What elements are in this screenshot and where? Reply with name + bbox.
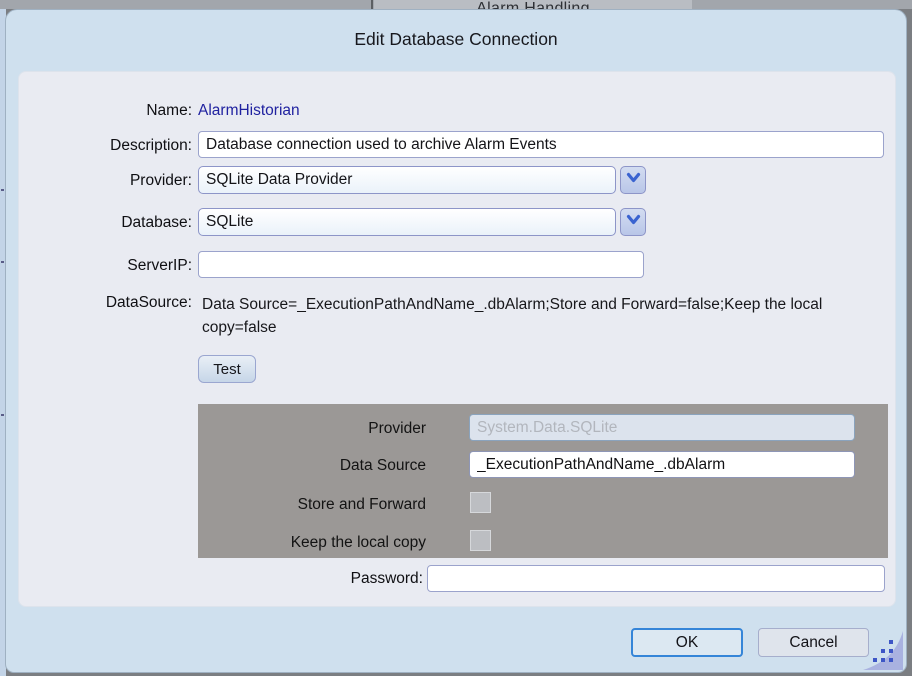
database-label: Database: xyxy=(19,214,192,232)
background-tab-alarm-handling: Alarm Handling xyxy=(374,0,692,9)
description-input[interactable] xyxy=(198,131,884,158)
database-combobox-value: SQLite xyxy=(206,213,253,230)
panel-datasource-label: Data Source xyxy=(198,457,426,475)
serverip-input[interactable] xyxy=(198,251,644,278)
resize-grip[interactable] xyxy=(863,631,903,670)
password-label: Password: xyxy=(219,570,423,588)
name-value: AlarmHistorian xyxy=(198,102,300,120)
password-input[interactable] xyxy=(427,565,885,592)
resize-grip-dots-icon xyxy=(863,657,903,673)
store-and-forward-checkbox[interactable] xyxy=(470,492,491,513)
store-and-forward-label: Store and Forward xyxy=(198,496,426,514)
background-fragment xyxy=(1,414,4,416)
description-label: Description: xyxy=(19,137,192,155)
provider-combobox[interactable]: SQLite Data Provider xyxy=(198,166,616,194)
datasource-label: DataSource: xyxy=(19,294,192,312)
provider-settings-panel: Provider Data Source Store and Forward K… xyxy=(198,404,888,558)
cancel-button[interactable]: Cancel xyxy=(758,628,869,657)
background-app-strip: Alarm Handling xyxy=(0,0,912,9)
panel-datasource-input[interactable] xyxy=(469,451,855,478)
database-combobox[interactable]: SQLite xyxy=(198,208,616,236)
background-fragment xyxy=(1,189,4,191)
datasource-value: Data Source=_ExecutionPathAndName_.dbAla… xyxy=(202,294,866,339)
ok-button[interactable]: OK xyxy=(631,628,743,657)
provider-label: Provider: xyxy=(19,172,192,190)
background-tab-divider xyxy=(371,0,373,9)
screen: Alarm Handling Edit Database Connection … xyxy=(0,0,912,676)
serverip-label: ServerIP: xyxy=(19,257,192,275)
provider-dropdown-button[interactable] xyxy=(620,166,646,194)
test-button[interactable]: Test xyxy=(198,355,256,383)
dialog-title: Edit Database Connection xyxy=(6,29,906,50)
edit-database-connection-dialog: Edit Database Connection Name: AlarmHist… xyxy=(5,9,907,673)
background-fragment xyxy=(1,261,4,263)
database-dropdown-button[interactable] xyxy=(620,208,646,236)
keep-local-copy-label: Keep the local copy xyxy=(198,534,426,552)
provider-combobox-value: SQLite Data Provider xyxy=(206,171,352,188)
panel-provider-input xyxy=(469,414,855,441)
dialog-content-panel: Name: AlarmHistorian Description: Provid… xyxy=(18,71,896,607)
background-tab-label: Alarm Handling xyxy=(476,0,590,9)
keep-local-copy-checkbox[interactable] xyxy=(470,530,491,551)
panel-provider-label: Provider xyxy=(198,420,426,438)
chevron-down-icon xyxy=(626,171,641,189)
name-label: Name: xyxy=(19,102,192,120)
chevron-down-icon xyxy=(626,213,641,231)
